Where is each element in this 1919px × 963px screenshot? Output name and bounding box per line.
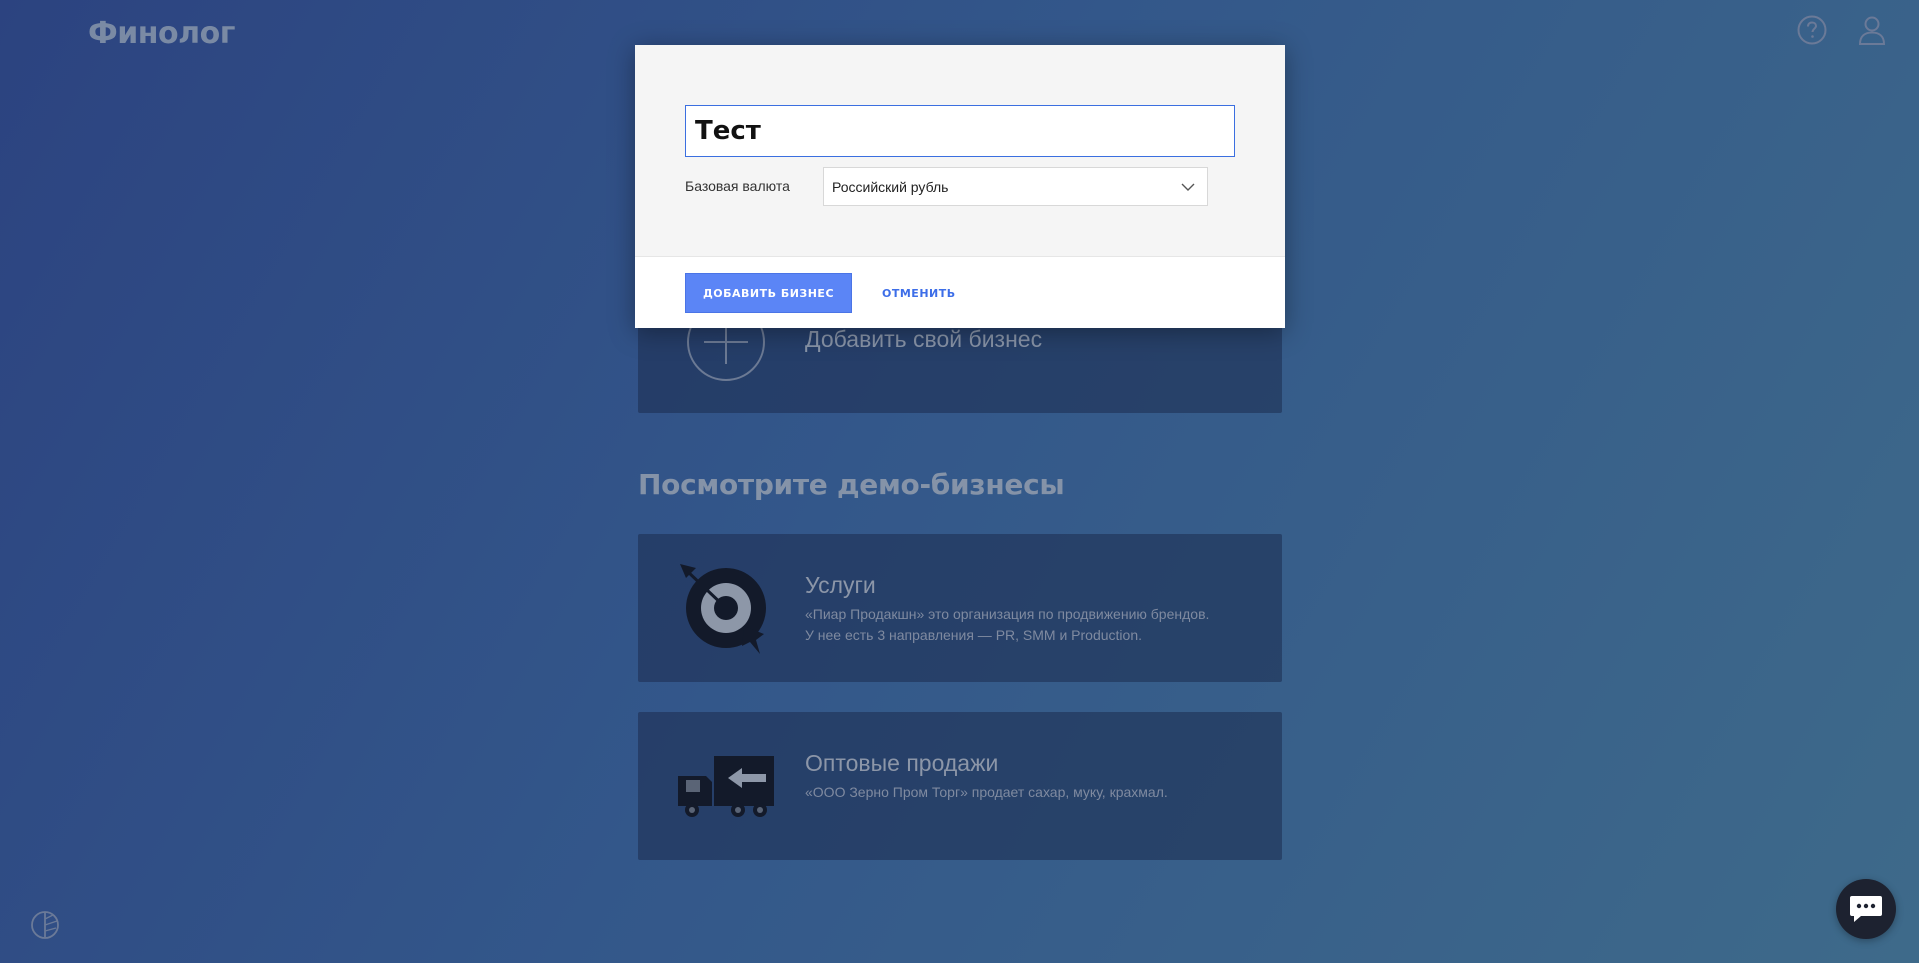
chat-button[interactable] <box>1836 879 1896 939</box>
currency-label: Базовая валюта <box>685 178 790 194</box>
demo-description: «ООО Зерно Пром Торг» продает сахар, мук… <box>805 784 1168 800</box>
modal-footer: ДОБАВИТЬ БИЗНЕС ОТМЕНИТЬ <box>635 256 1285 328</box>
cancel-button[interactable]: ОТМЕНИТЬ <box>882 273 972 313</box>
help-icon[interactable] <box>1794 12 1830 48</box>
target-icon <box>680 564 766 654</box>
add-business-button[interactable]: ДОБАВИТЬ БИЗНЕС <box>685 273 852 313</box>
logo[interactable]: Финолог <box>88 16 235 51</box>
demo-title: Оптовые продажи <box>805 750 999 776</box>
chevron-down-icon <box>1181 183 1195 191</box>
business-name-input[interactable] <box>685 105 1235 157</box>
user-icon[interactable] <box>1854 12 1890 48</box>
theme-toggle-icon[interactable] <box>30 910 60 940</box>
demo-description: «Пиар Продакшн» это организация по продв… <box>805 606 1210 643</box>
currency-selected-value: Российский рубль <box>832 178 949 195</box>
add-business-modal: Базовая валюта Российский рубль ДОБАВИТЬ… <box>635 45 1285 328</box>
truck-icon <box>678 756 774 817</box>
add-business-label: Добавить свой бизнес <box>805 326 1043 352</box>
demo-section-title: Посмотрите демо-бизнесы <box>638 468 1065 501</box>
demo-card-services[interactable]: Услуги «Пиар Продакшн» это организация п… <box>638 534 1282 682</box>
demo-card-wholesale[interactable]: Оптовые продажи «ООО Зерно Пром Торг» пр… <box>638 712 1282 860</box>
currency-select[interactable]: Российский рубль <box>823 167 1208 206</box>
demo-title: Услуги <box>805 572 876 598</box>
chat-icon <box>1850 896 1882 922</box>
